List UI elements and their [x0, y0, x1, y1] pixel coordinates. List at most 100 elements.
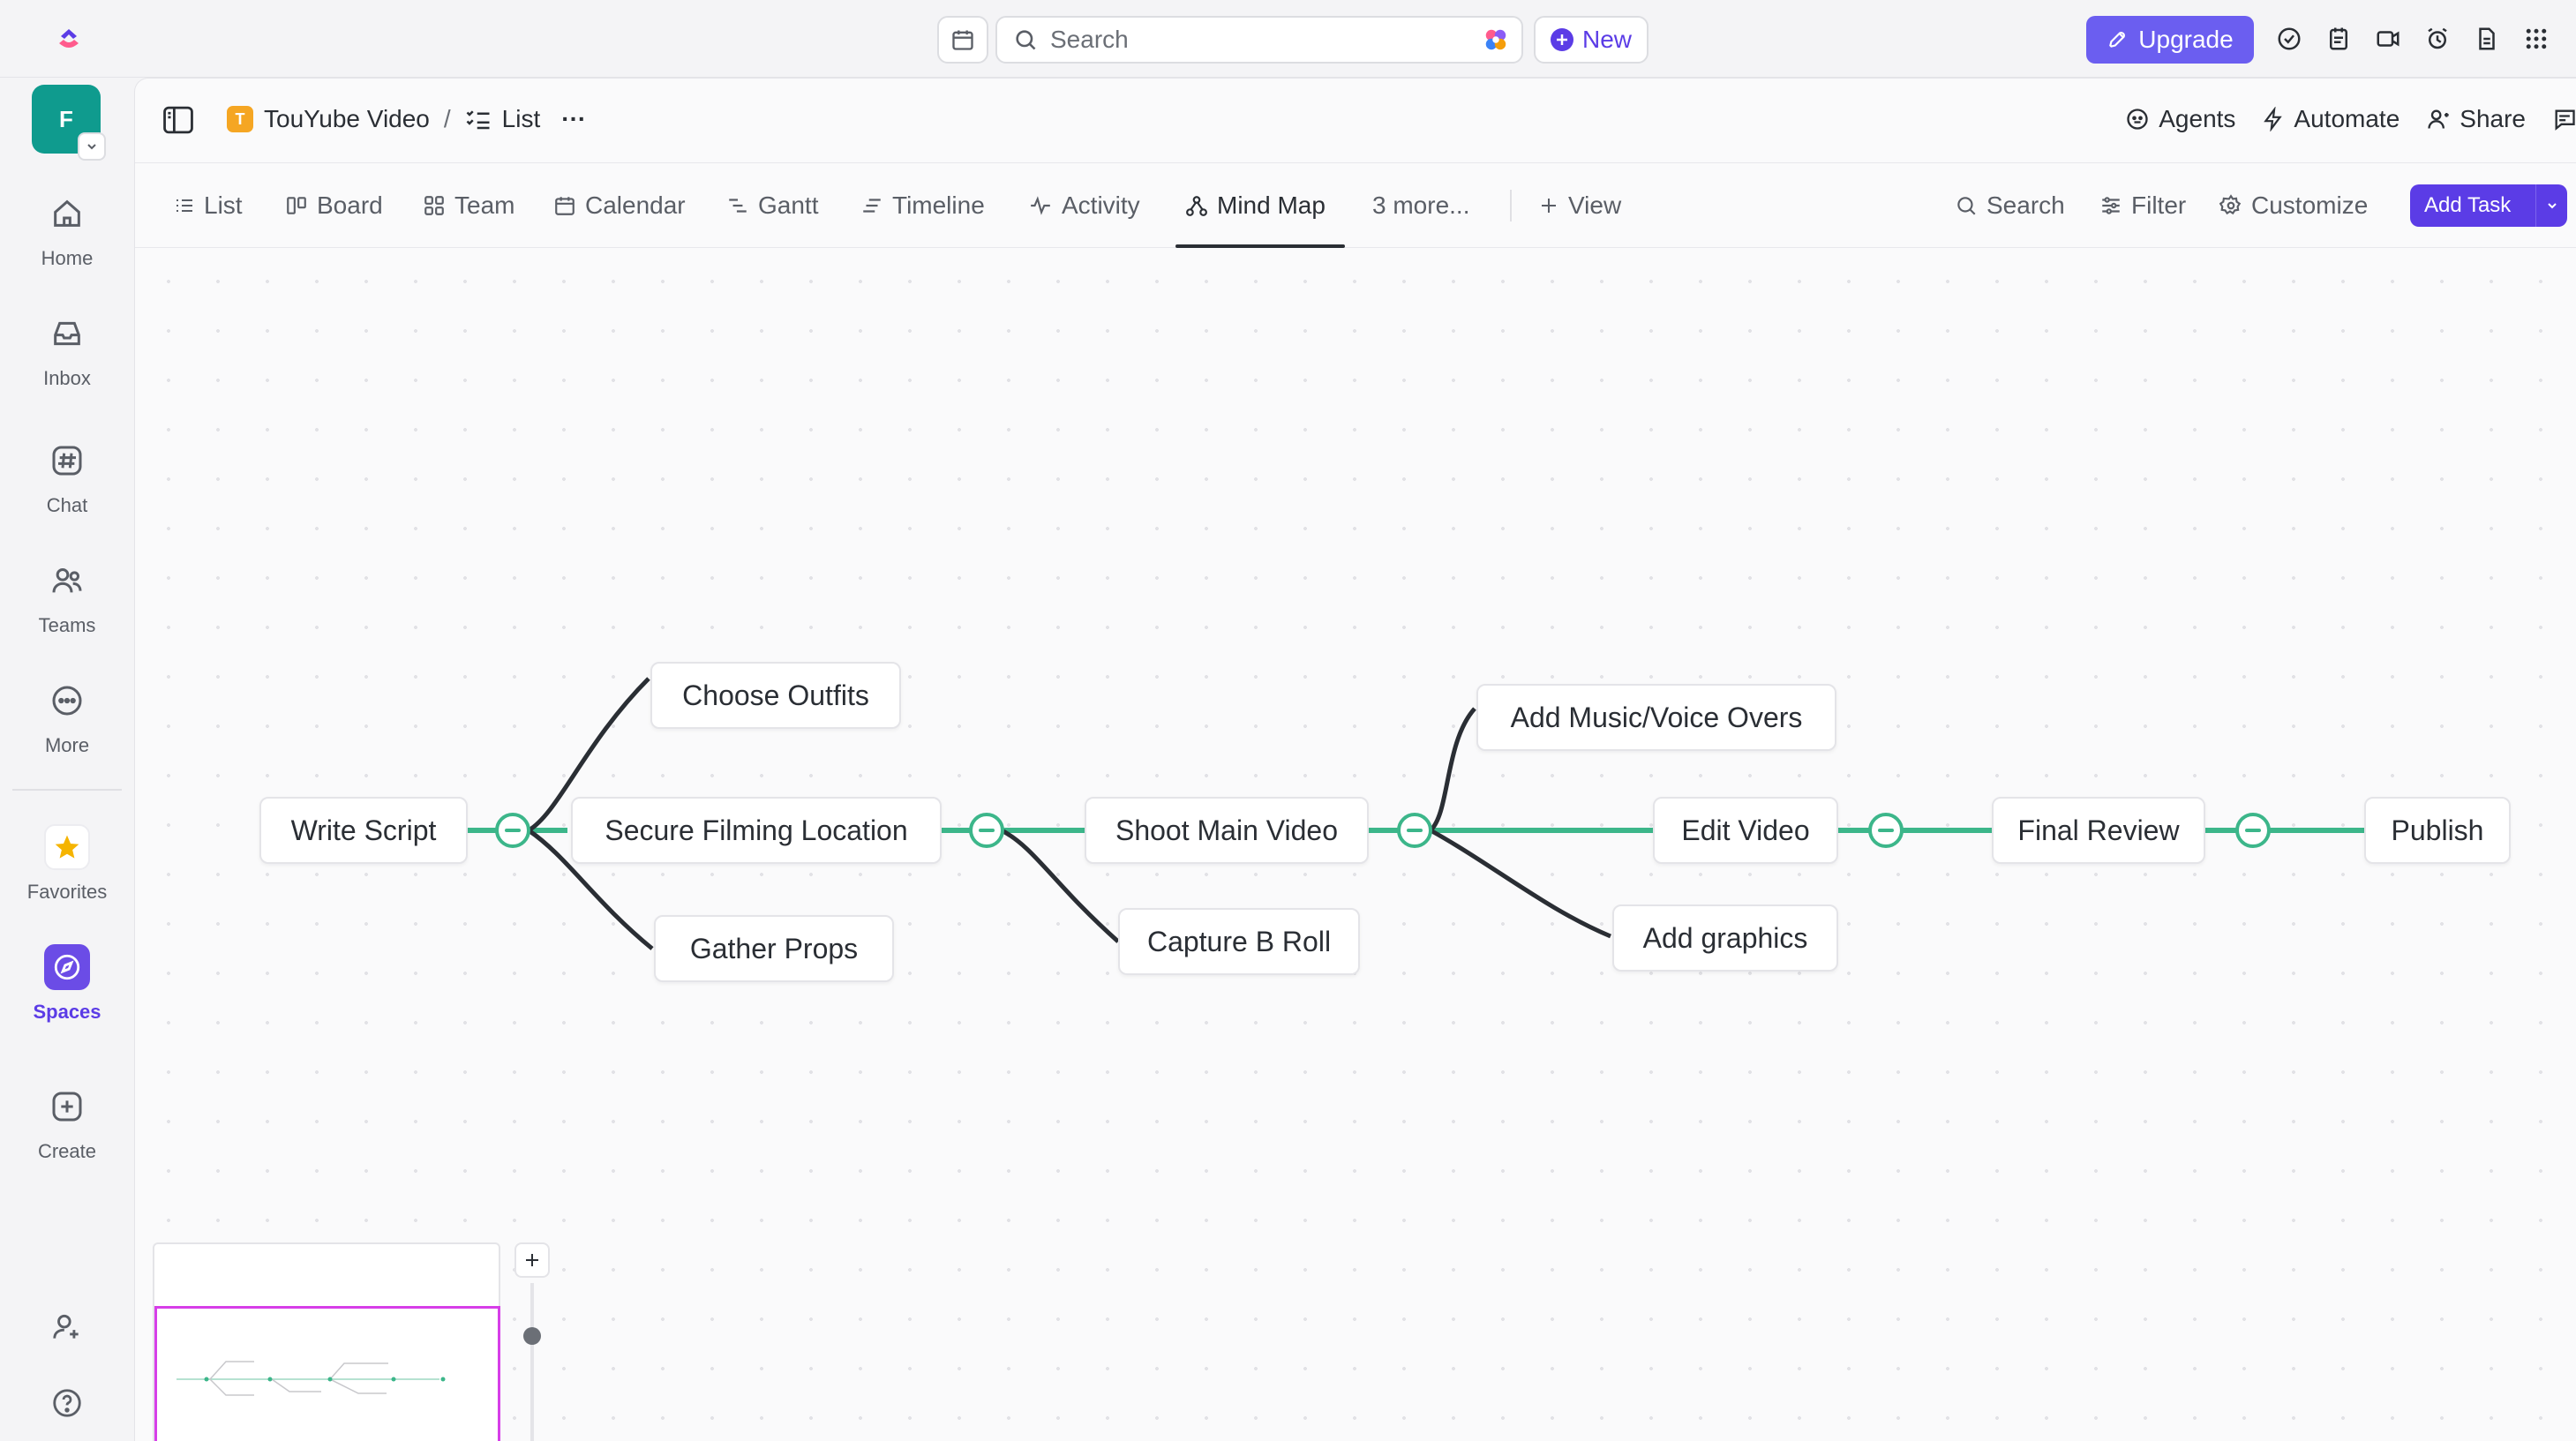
- rail-label: Chat: [46, 494, 88, 516]
- collapse-toggle[interactable]: [2235, 813, 2271, 848]
- breadcrumb-space[interactable]: TouYube Video: [264, 105, 430, 133]
- collapse-toggle[interactable]: [1397, 813, 1432, 848]
- star-icon: [44, 824, 90, 870]
- rail-label: Teams: [38, 614, 96, 636]
- board-icon: [285, 194, 308, 217]
- minus-icon: [2245, 829, 2261, 832]
- comments-button[interactable]: [2552, 107, 2576, 131]
- toolbar-search-button[interactable]: Search: [1955, 163, 2065, 248]
- add-view-button[interactable]: View: [1538, 163, 1621, 248]
- tab-team[interactable]: Team: [423, 163, 514, 248]
- document-icon[interactable]: [2471, 23, 2503, 55]
- rail-label: Inbox: [43, 367, 91, 389]
- tab-label: Calendar: [585, 191, 686, 219]
- plus-icon: [523, 1251, 541, 1269]
- ai-sparkle-icon[interactable]: [1483, 26, 1509, 53]
- timeline-icon: [860, 194, 883, 217]
- mind-map-node-edit-video[interactable]: Edit Video: [1653, 797, 1838, 864]
- chevron-down-icon: [2545, 199, 2559, 213]
- rail-label: Favorites: [26, 881, 108, 903]
- users-icon: [44, 558, 90, 604]
- collapse-toggle[interactable]: [969, 813, 1004, 848]
- share-button[interactable]: Share: [2426, 105, 2526, 133]
- automate-button[interactable]: Automate: [2262, 105, 2400, 133]
- mind-map-node-publish[interactable]: Publish: [2364, 797, 2511, 864]
- add-task-dropdown[interactable]: [2535, 184, 2567, 227]
- collapse-toggle[interactable]: [1868, 813, 1904, 848]
- breadcrumb-more-button[interactable]: ···: [561, 105, 586, 133]
- clickup-logo-icon[interactable]: [49, 19, 88, 58]
- add-task-button[interactable]: Add Task: [2410, 184, 2567, 227]
- left-rail: [0, 78, 134, 1441]
- mind-map-node-write-script[interactable]: Write Script: [259, 797, 468, 864]
- gear-icon: [2219, 194, 2242, 217]
- upgrade-button[interactable]: Upgrade: [2086, 16, 2254, 64]
- calendar-shortcut-button[interactable]: [937, 16, 988, 64]
- tab-mind-map[interactable]: Mind Map: [1185, 163, 1326, 248]
- agents-button[interactable]: Agents: [2125, 105, 2235, 133]
- list-icon: [174, 195, 195, 216]
- notepad-icon[interactable]: [2323, 23, 2354, 55]
- chevron-down-icon: [85, 139, 99, 154]
- tab-list[interactable]: List: [174, 163, 243, 248]
- mind-map-node-capture-b-roll[interactable]: Capture B Roll: [1118, 908, 1360, 975]
- sidebar-toggle-icon[interactable]: [161, 105, 195, 135]
- filter-icon: [2099, 194, 2122, 217]
- automate-label: Automate: [2294, 105, 2400, 132]
- mind-map-canvas[interactable]: Write Script Choose Outfits Secure Filmi…: [135, 248, 2576, 1441]
- invite-user-button[interactable]: [0, 1304, 134, 1350]
- minus-icon: [979, 829, 995, 832]
- mind-map-node-gather-props[interactable]: Gather Props: [654, 915, 894, 982]
- minus-icon: [1878, 829, 1894, 832]
- workspace-dropdown[interactable]: [78, 132, 106, 161]
- search-placeholder: Search: [1050, 26, 1129, 53]
- search-icon: [1955, 194, 1978, 217]
- rail-item-spaces[interactable]: Spaces: [0, 944, 134, 1024]
- tab-board[interactable]: Board: [285, 163, 383, 248]
- video-icon[interactable]: [2372, 23, 2404, 55]
- tab-timeline[interactable]: Timeline: [860, 163, 985, 248]
- tab-activity[interactable]: Activity: [1028, 163, 1140, 248]
- rail-label: Spaces: [33, 1001, 101, 1023]
- mind-map-node-choose-outfits[interactable]: Choose Outfits: [650, 662, 901, 729]
- rail-item-create[interactable]: Create: [0, 1084, 134, 1163]
- collapse-toggle[interactable]: [495, 813, 530, 848]
- tab-calendar[interactable]: Calendar: [553, 163, 686, 248]
- mind-map-node-secure-filming-location[interactable]: Secure Filming Location: [571, 797, 942, 864]
- minimap-viewport[interactable]: [154, 1306, 500, 1441]
- new-button[interactable]: New: [1534, 16, 1648, 64]
- rail-item-chat[interactable]: Chat: [0, 438, 134, 517]
- rail-item-more[interactable]: More: [0, 678, 134, 757]
- breadcrumb-list[interactable]: List: [502, 105, 541, 133]
- rail-label: Home: [41, 247, 94, 269]
- global-search-input[interactable]: Search: [995, 16, 1523, 64]
- apps-grid-icon[interactable]: [2520, 23, 2552, 55]
- minus-icon: [505, 829, 521, 832]
- inbox-icon: [44, 311, 90, 356]
- rail-item-inbox[interactable]: Inbox: [0, 311, 134, 390]
- lightning-icon: [2262, 107, 2285, 131]
- mind-map-node-final-review[interactable]: Final Review: [1992, 797, 2205, 864]
- share-user-icon: [2426, 107, 2451, 131]
- zoom-in-button[interactable]: [514, 1242, 550, 1278]
- filter-button[interactable]: Filter: [2099, 163, 2186, 248]
- tab-label: Team: [454, 191, 515, 219]
- rail-item-home[interactable]: Home: [0, 191, 134, 270]
- customize-button[interactable]: Customize: [2219, 163, 2368, 248]
- tab-more-views[interactable]: 3 more...: [1372, 163, 1469, 248]
- minimap[interactable]: [153, 1242, 500, 1441]
- main-panel: T TouYube Video / List ··· Agents Automa…: [134, 78, 2576, 1441]
- alarm-icon[interactable]: [2422, 23, 2453, 55]
- tab-label: Mind Map: [1217, 191, 1326, 219]
- tab-gantt[interactable]: Gantt: [726, 163, 818, 248]
- rail-item-teams[interactable]: Teams: [0, 558, 134, 637]
- help-button[interactable]: [0, 1380, 134, 1426]
- mind-map-node-add-graphics[interactable]: Add graphics: [1612, 904, 1838, 972]
- mind-map-node-shoot-main-video[interactable]: Shoot Main Video: [1085, 797, 1369, 864]
- zoom-slider-handle[interactable]: [523, 1327, 541, 1345]
- zoom-slider-track[interactable]: [530, 1283, 534, 1441]
- check-circle-icon[interactable]: [2273, 23, 2305, 55]
- zoom-control: [514, 1242, 550, 1441]
- rail-item-favorites[interactable]: Favorites: [0, 824, 134, 904]
- mind-map-node-add-music-voice-overs[interactable]: Add Music/Voice Overs: [1476, 684, 1836, 751]
